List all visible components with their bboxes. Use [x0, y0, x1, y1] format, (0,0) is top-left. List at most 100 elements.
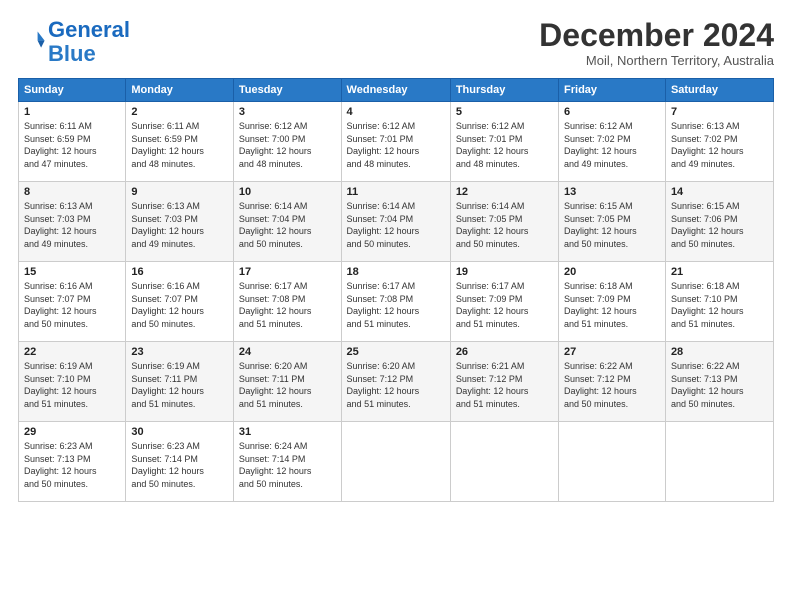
- calendar-week-row: 1 Sunrise: 6:11 AM Sunset: 6:59 PM Daylig…: [19, 102, 774, 182]
- table-row: 17 Sunrise: 6:17 AM Sunset: 7:08 PM Dayli…: [233, 262, 341, 342]
- day-number: 13: [564, 186, 660, 198]
- day-info: Sunrise: 6:14 AM Sunset: 7:04 PM Dayligh…: [239, 200, 336, 250]
- day-number: 10: [239, 186, 336, 198]
- day-number: 27: [564, 346, 660, 358]
- day-info: Sunrise: 6:23 AM Sunset: 7:13 PM Dayligh…: [24, 440, 120, 490]
- day-info: Sunrise: 6:23 AM Sunset: 7:14 PM Dayligh…: [131, 440, 228, 490]
- day-number: 29: [24, 426, 120, 438]
- table-row: [450, 422, 558, 502]
- day-info: Sunrise: 6:12 AM Sunset: 7:01 PM Dayligh…: [347, 120, 445, 170]
- day-info: Sunrise: 6:20 AM Sunset: 7:12 PM Dayligh…: [347, 360, 445, 410]
- calendar-header-row: Sunday Monday Tuesday Wednesday Thursday…: [19, 79, 774, 102]
- day-number: 16: [131, 266, 228, 278]
- title-block: December 2024 Moil, Northern Territory, …: [539, 18, 774, 68]
- logo-line1: General: [48, 17, 130, 42]
- table-row: 19 Sunrise: 6:17 AM Sunset: 7:09 PM Dayli…: [450, 262, 558, 342]
- day-info: Sunrise: 6:22 AM Sunset: 7:13 PM Dayligh…: [671, 360, 768, 410]
- table-row: 23Sunrise: 6:19 AM Sunset: 7:11 PM Dayli…: [126, 342, 234, 422]
- day-number: 30: [131, 426, 228, 438]
- day-info: Sunrise: 6:14 AM Sunset: 7:05 PM Dayligh…: [456, 200, 553, 250]
- day-number: 15: [24, 266, 120, 278]
- day-info: Sunrise: 6:13 AM Sunset: 7:03 PM Dayligh…: [131, 200, 228, 250]
- day-number: 25: [347, 346, 445, 358]
- logo: General Blue: [18, 18, 130, 66]
- table-row: 2 Sunrise: 6:11 AM Sunset: 6:59 PM Daylig…: [126, 102, 234, 182]
- table-row: 3 Sunrise: 6:12 AM Sunset: 7:00 PM Daylig…: [233, 102, 341, 182]
- col-sunday: Sunday: [19, 79, 126, 102]
- table-row: 11 Sunrise: 6:14 AM Sunset: 7:04 PM Dayli…: [341, 182, 450, 262]
- day-number: 3: [239, 106, 336, 118]
- day-info: Sunrise: 6:18 AM Sunset: 7:09 PM Dayligh…: [564, 280, 660, 330]
- month-title: December 2024: [539, 18, 774, 53]
- table-row: 22 Sunrise: 6:19 AM Sunset: 7:10 PM Dayli…: [19, 342, 126, 422]
- page: General Blue December 2024 Moil, Norther…: [0, 0, 792, 612]
- day-number: 17: [239, 266, 336, 278]
- table-row: 6 Sunrise: 6:12 AM Sunset: 7:02 PM Daylig…: [559, 102, 666, 182]
- day-info: Sunrise: 6:11 AM Sunset: 6:59 PM Dayligh…: [24, 120, 120, 170]
- col-tuesday: Tuesday: [233, 79, 341, 102]
- day-info: Sunrise: 6:22 AM Sunset: 7:12 PM Dayligh…: [564, 360, 660, 410]
- calendar-week-row: 8Sunrise: 6:13 AM Sunset: 7:03 PM Daylig…: [19, 182, 774, 262]
- day-info: Sunrise: 6:24 AM Sunset: 7:14 PM Dayligh…: [239, 440, 336, 490]
- location: Moil, Northern Territory, Australia: [539, 53, 774, 68]
- day-info: Sunrise: 6:15 AM Sunset: 7:06 PM Dayligh…: [671, 200, 768, 250]
- header: General Blue December 2024 Moil, Norther…: [18, 18, 774, 68]
- table-row: 31Sunrise: 6:24 AM Sunset: 7:14 PM Dayli…: [233, 422, 341, 502]
- col-monday: Monday: [126, 79, 234, 102]
- day-number: 7: [671, 106, 768, 118]
- day-number: 18: [347, 266, 445, 278]
- day-number: 6: [564, 106, 660, 118]
- day-info: Sunrise: 6:19 AM Sunset: 7:10 PM Dayligh…: [24, 360, 120, 410]
- table-row: 24Sunrise: 6:20 AM Sunset: 7:11 PM Dayli…: [233, 342, 341, 422]
- calendar-week-row: 29 Sunrise: 6:23 AM Sunset: 7:13 PM Dayli…: [19, 422, 774, 502]
- day-number: 21: [671, 266, 768, 278]
- calendar-week-row: 15 Sunrise: 6:16 AM Sunset: 7:07 PM Dayli…: [19, 262, 774, 342]
- table-row: 4 Sunrise: 6:12 AM Sunset: 7:01 PM Daylig…: [341, 102, 450, 182]
- table-row: 25 Sunrise: 6:20 AM Sunset: 7:12 PM Dayli…: [341, 342, 450, 422]
- logo-line2: Blue: [48, 41, 96, 66]
- table-row: 18 Sunrise: 6:17 AM Sunset: 7:08 PM Dayli…: [341, 262, 450, 342]
- day-info: Sunrise: 6:13 AM Sunset: 7:02 PM Dayligh…: [671, 120, 768, 170]
- col-saturday: Saturday: [665, 79, 773, 102]
- day-info: Sunrise: 6:16 AM Sunset: 7:07 PM Dayligh…: [131, 280, 228, 330]
- day-number: 26: [456, 346, 553, 358]
- day-number: 20: [564, 266, 660, 278]
- table-row: 21 Sunrise: 6:18 AM Sunset: 7:10 PM Dayli…: [665, 262, 773, 342]
- day-info: Sunrise: 6:18 AM Sunset: 7:10 PM Dayligh…: [671, 280, 768, 330]
- col-thursday: Thursday: [450, 79, 558, 102]
- day-info: Sunrise: 6:17 AM Sunset: 7:08 PM Dayligh…: [239, 280, 336, 330]
- day-number: 11: [347, 186, 445, 198]
- day-info: Sunrise: 6:15 AM Sunset: 7:05 PM Dayligh…: [564, 200, 660, 250]
- day-number: 2: [131, 106, 228, 118]
- table-row: 10 Sunrise: 6:14 AM Sunset: 7:04 PM Dayli…: [233, 182, 341, 262]
- day-number: 19: [456, 266, 553, 278]
- day-info: Sunrise: 6:14 AM Sunset: 7:04 PM Dayligh…: [347, 200, 445, 250]
- day-info: Sunrise: 6:12 AM Sunset: 7:00 PM Dayligh…: [239, 120, 336, 170]
- day-info: Sunrise: 6:11 AM Sunset: 6:59 PM Dayligh…: [131, 120, 228, 170]
- table-row: [341, 422, 450, 502]
- day-number: 1: [24, 106, 120, 118]
- calendar-week-row: 22 Sunrise: 6:19 AM Sunset: 7:10 PM Dayli…: [19, 342, 774, 422]
- table-row: 7 Sunrise: 6:13 AM Sunset: 7:02 PM Daylig…: [665, 102, 773, 182]
- day-number: 14: [671, 186, 768, 198]
- day-number: 24: [239, 346, 336, 358]
- day-info: Sunrise: 6:16 AM Sunset: 7:07 PM Dayligh…: [24, 280, 120, 330]
- col-friday: Friday: [559, 79, 666, 102]
- day-info: Sunrise: 6:17 AM Sunset: 7:09 PM Dayligh…: [456, 280, 553, 330]
- table-row: 8Sunrise: 6:13 AM Sunset: 7:03 PM Daylig…: [19, 182, 126, 262]
- day-info: Sunrise: 6:17 AM Sunset: 7:08 PM Dayligh…: [347, 280, 445, 330]
- table-row: 20 Sunrise: 6:18 AM Sunset: 7:09 PM Dayli…: [559, 262, 666, 342]
- table-row: 13 Sunrise: 6:15 AM Sunset: 7:05 PM Dayli…: [559, 182, 666, 262]
- day-info: Sunrise: 6:12 AM Sunset: 7:02 PM Dayligh…: [564, 120, 660, 170]
- table-row: 26Sunrise: 6:21 AM Sunset: 7:12 PM Dayli…: [450, 342, 558, 422]
- table-row: 16 Sunrise: 6:16 AM Sunset: 7:07 PM Dayli…: [126, 262, 234, 342]
- table-row: 14 Sunrise: 6:15 AM Sunset: 7:06 PM Dayli…: [665, 182, 773, 262]
- table-row: 15 Sunrise: 6:16 AM Sunset: 7:07 PM Dayli…: [19, 262, 126, 342]
- col-wednesday: Wednesday: [341, 79, 450, 102]
- day-number: 4: [347, 106, 445, 118]
- day-number: 5: [456, 106, 553, 118]
- calendar: Sunday Monday Tuesday Wednesday Thursday…: [18, 78, 774, 502]
- table-row: [559, 422, 666, 502]
- day-number: 22: [24, 346, 120, 358]
- table-row: 30 Sunrise: 6:23 AM Sunset: 7:14 PM Dayli…: [126, 422, 234, 502]
